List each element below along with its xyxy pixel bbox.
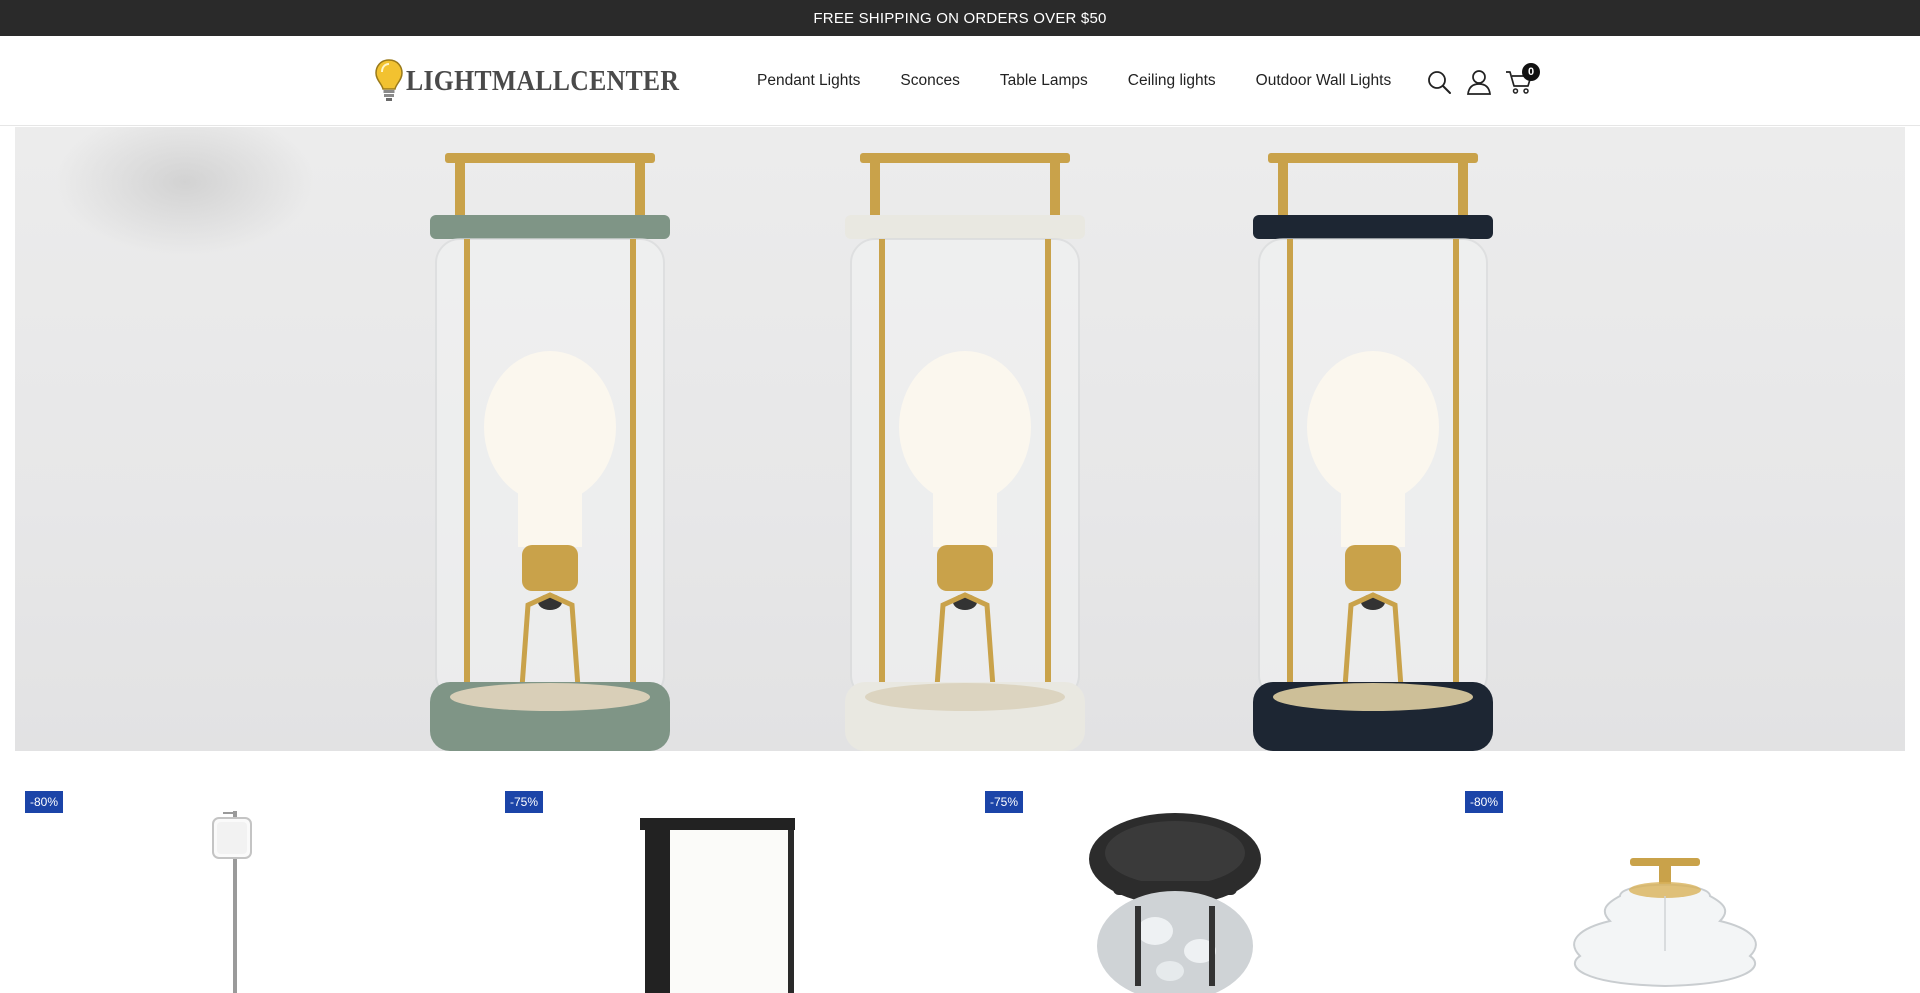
lightbulb-logo-icon [374, 58, 404, 107]
logo-text: LIGHTMALLCENTER [406, 66, 680, 97]
nav-sconces[interactable]: Sconces [900, 72, 959, 90]
product-card[interactable]: -75% [975, 751, 1455, 993]
nav-table-lamps[interactable]: Table Lamps [1000, 72, 1088, 90]
header-actions: 0 [1424, 63, 1544, 98]
product-grid: -80% -75% -75% -80% [0, 751, 1920, 993]
announcement-text: FREE SHIPPING ON ORDERS OVER $50 [813, 9, 1107, 27]
cart-icon[interactable]: 0 [1504, 63, 1540, 97]
main-nav: Pendant Lights Sconces Table Lamps Ceili… [757, 36, 1391, 126]
nav-outdoor-wall-lights[interactable]: Outdoor Wall Lights [1256, 72, 1392, 90]
discount-badge: -75% [505, 791, 544, 813]
discount-badge: -80% [25, 791, 64, 813]
flush-mount-clear-image [1573, 858, 1757, 988]
site-header: LIGHTMALLCENTER Pendant Lights Sconces T… [0, 36, 1920, 126]
product-card[interactable]: -75% [495, 751, 975, 993]
hero-shadow [55, 127, 315, 257]
product-card[interactable]: -80% [1455, 751, 1920, 993]
announcement-bar: FREE SHIPPING ON ORDERS OVER $50 [0, 0, 1920, 36]
discount-badge: -80% [1465, 791, 1504, 813]
wall-sconce-image [640, 818, 795, 993]
lantern-navy [1253, 153, 1493, 751]
discount-badge: -75% [985, 791, 1024, 813]
nav-ceiling-lights[interactable]: Ceiling lights [1128, 72, 1216, 90]
account-icon[interactable] [1464, 67, 1494, 97]
product-card[interactable]: -80% [15, 751, 495, 993]
hero-banner[interactable] [15, 127, 1905, 751]
cart-count-badge: 0 [1522, 63, 1540, 81]
floor-lamp-image [212, 811, 252, 993]
nav-pendant-lights[interactable]: Pendant Lights [757, 72, 860, 90]
lantern-white [845, 153, 1085, 751]
lantern-green [430, 153, 670, 751]
logo[interactable]: LIGHTMALLCENTER [374, 58, 703, 107]
flush-mount-seeded-image [1089, 813, 1261, 993]
search-icon[interactable] [1424, 67, 1454, 97]
